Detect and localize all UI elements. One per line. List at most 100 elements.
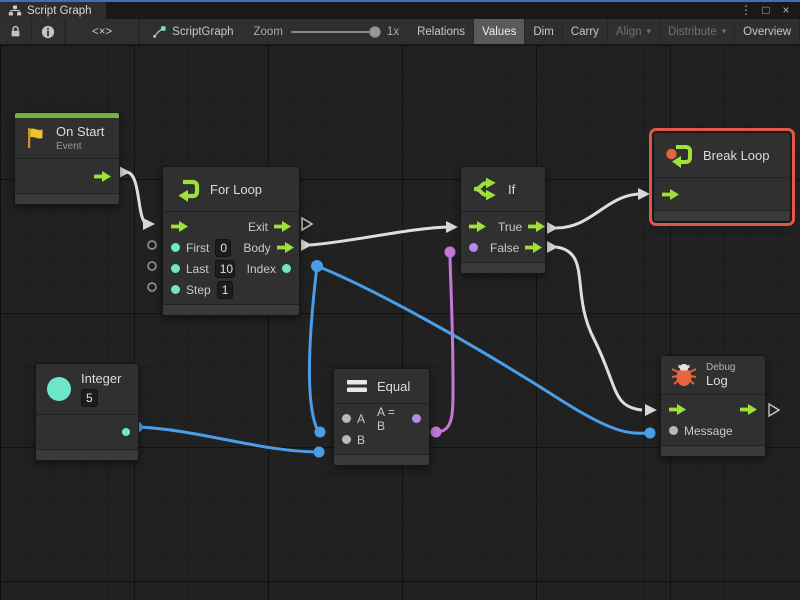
node-for-loop[interactable]: For Loop Exit First 0: [162, 166, 300, 316]
graph-toolbar: <×> ScriptGraph Zoom 1x Relations Values…: [0, 19, 800, 45]
graph-breadcrumb[interactable]: ScriptGraph: [139, 19, 243, 44]
wire-index-equalA[interactable]: [310, 266, 318, 431]
index-output-port[interactable]: [282, 264, 291, 273]
node-integer[interactable]: Integer 5: [35, 363, 139, 461]
tab-title: Script Graph: [27, 5, 92, 17]
port-label-first: First: [186, 241, 209, 255]
window-controls: ⋮ □ ×: [738, 0, 800, 19]
message-input-port[interactable]: [669, 426, 678, 435]
node-on-start[interactable]: On Start Event: [14, 112, 120, 205]
lock-button[interactable]: [0, 19, 32, 44]
hierarchy-icon: [8, 4, 22, 17]
flow-output-port[interactable]: [740, 404, 757, 415]
node-break-loop[interactable]: Break Loop: [653, 132, 791, 222]
node-if[interactable]: If True False: [460, 166, 546, 274]
step-value-field[interactable]: 1: [217, 281, 234, 299]
flow-input-port[interactable]: [469, 221, 486, 232]
wire-dest-arrow[interactable]: [638, 188, 650, 200]
integer-value-field[interactable]: 5: [81, 389, 98, 407]
zoom-slider-handle[interactable]: [369, 26, 381, 38]
port-label-true: True: [498, 220, 522, 234]
port-label-message: Message: [684, 424, 733, 438]
relations-button[interactable]: Relations: [409, 19, 474, 44]
flow-output-port[interactable]: [94, 171, 111, 182]
inspect-button[interactable]: [32, 19, 65, 44]
integer-output-port[interactable]: [122, 428, 130, 436]
wire-source-dot[interactable]: [431, 427, 442, 438]
port-label-a: A: [357, 412, 365, 426]
wire-source-arrow[interactable]: [119, 166, 130, 178]
condition-input-port[interactable]: [469, 243, 478, 252]
carry-button[interactable]: Carry: [563, 19, 608, 44]
info-icon: [41, 25, 55, 39]
maximize-icon[interactable]: □: [758, 3, 774, 17]
window-focus-highlight: [0, 0, 800, 2]
wire-source-dot[interactable]: [311, 260, 323, 272]
distribute-button[interactable]: Distribute ▾: [660, 19, 735, 44]
node-debug-log[interactable]: Debug Log Message: [660, 355, 766, 457]
body-output-port[interactable]: [277, 242, 294, 253]
zoom-slider[interactable]: [291, 31, 379, 33]
wire-dest-dot[interactable]: [645, 428, 656, 439]
result-output-port[interactable]: [412, 414, 421, 423]
wire-dest-arrow[interactable]: [645, 404, 657, 416]
last-value-field[interactable]: 10: [215, 260, 235, 278]
first-input-port[interactable]: [171, 243, 180, 252]
port-label-step: Step: [186, 283, 211, 297]
window-menu-icon[interactable]: ⋮: [738, 3, 754, 17]
wire-layer: [0, 45, 800, 600]
wire-source-arrow[interactable]: [547, 222, 558, 234]
code-icon: <×>: [92, 26, 112, 38]
node-footer: [163, 304, 299, 315]
break-loop-icon: [666, 142, 694, 168]
wire-body-if[interactable]: [310, 227, 448, 245]
distribute-label: Distribute: [668, 26, 717, 38]
flag-icon: [25, 126, 47, 150]
dim-button[interactable]: Dim: [525, 19, 562, 44]
wire-onstart-forloop[interactable]: [126, 172, 148, 224]
loop-icon: [175, 176, 201, 202]
first-value-field[interactable]: 0: [215, 239, 231, 257]
node-footer: [461, 262, 545, 273]
port-hint-debug-out[interactable]: [769, 404, 779, 416]
wire-integer-equalB[interactable]: [137, 427, 316, 452]
wire-dest-dot[interactable]: [445, 247, 456, 258]
wire-dest-dot[interactable]: [314, 447, 325, 458]
align-button[interactable]: Align ▾: [608, 19, 660, 44]
wire-source-arrow[interactable]: [547, 241, 558, 253]
wire-source-arrow[interactable]: [301, 239, 312, 251]
flow-input-port[interactable]: [669, 404, 686, 415]
flow-input-port[interactable]: [662, 189, 679, 200]
port-hint-first[interactable]: [148, 241, 156, 249]
close-icon[interactable]: ×: [778, 3, 794, 17]
node-equal[interactable]: Equal A A = B B: [333, 368, 430, 466]
wire-dest-arrow[interactable]: [143, 218, 155, 230]
overview-button[interactable]: Overview: [735, 19, 800, 44]
port-hint-step[interactable]: [148, 283, 156, 291]
values-button[interactable]: Values: [474, 19, 525, 44]
chevron-down-icon: ▾: [722, 26, 727, 37]
true-output-port[interactable]: [528, 221, 545, 232]
node-title: If: [508, 182, 515, 197]
step-input-port[interactable]: [171, 285, 180, 294]
code-view-button[interactable]: <×>: [66, 19, 139, 44]
port-hint-last[interactable]: [148, 262, 156, 270]
wire-iftrue-breakloop[interactable]: [556, 194, 640, 228]
unity-script-graph-window: Script Graph ⋮ □ × <×>: [0, 0, 800, 600]
wire-dest-arrow[interactable]: [446, 221, 458, 233]
tab-script-graph[interactable]: Script Graph: [0, 2, 106, 19]
wire-iffalse-debuglog[interactable]: [556, 247, 642, 410]
node-title: On Start: [56, 124, 104, 139]
wire-dest-dot[interactable]: [315, 427, 326, 438]
exit-output-port[interactable]: [274, 221, 291, 232]
graph-canvas[interactable]: On Start Event For: [0, 45, 800, 600]
flow-input-port[interactable]: [171, 221, 188, 232]
false-output-port[interactable]: [525, 242, 542, 253]
port-hint-exit[interactable]: [302, 218, 312, 230]
wire-equal-ifcondition[interactable]: [436, 255, 453, 432]
b-input-port[interactable]: [342, 435, 351, 444]
a-input-port[interactable]: [342, 414, 351, 423]
tab-bar: Script Graph ⋮ □ ×: [0, 0, 800, 19]
node-title: Equal: [377, 379, 410, 394]
last-input-port[interactable]: [171, 264, 180, 273]
